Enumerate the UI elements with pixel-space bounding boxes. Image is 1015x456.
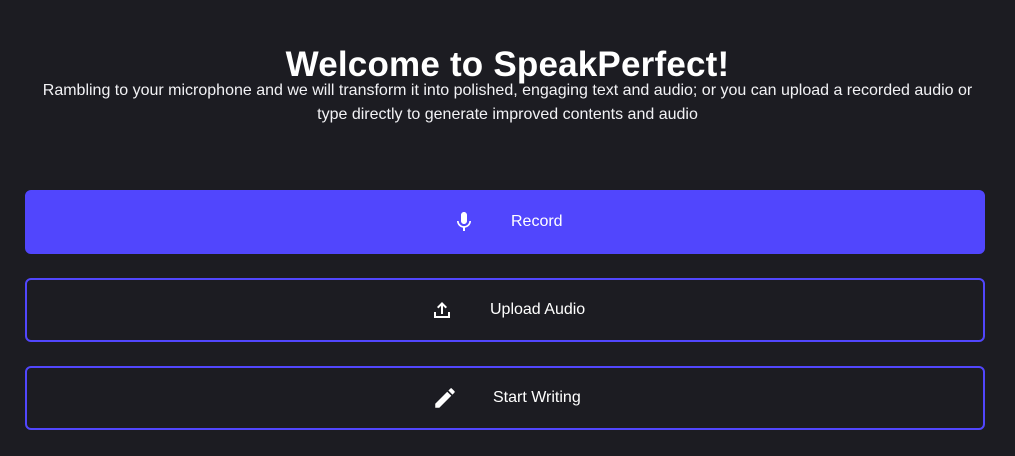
page-subtitle: Rambling to your microphone and we will … <box>42 82 973 123</box>
start-writing-button[interactable]: Start Writing <box>25 366 985 430</box>
start-writing-button-label: Start Writing <box>493 389 581 406</box>
record-button[interactable]: Record <box>25 190 985 254</box>
upload-audio-button-label: Upload Audio <box>490 301 586 318</box>
pencil-icon <box>432 385 458 411</box>
record-button-label: Record <box>511 213 563 230</box>
upload-icon <box>429 297 455 323</box>
upload-audio-button[interactable]: Upload Audio <box>25 278 985 342</box>
microphone-icon <box>451 209 477 235</box>
